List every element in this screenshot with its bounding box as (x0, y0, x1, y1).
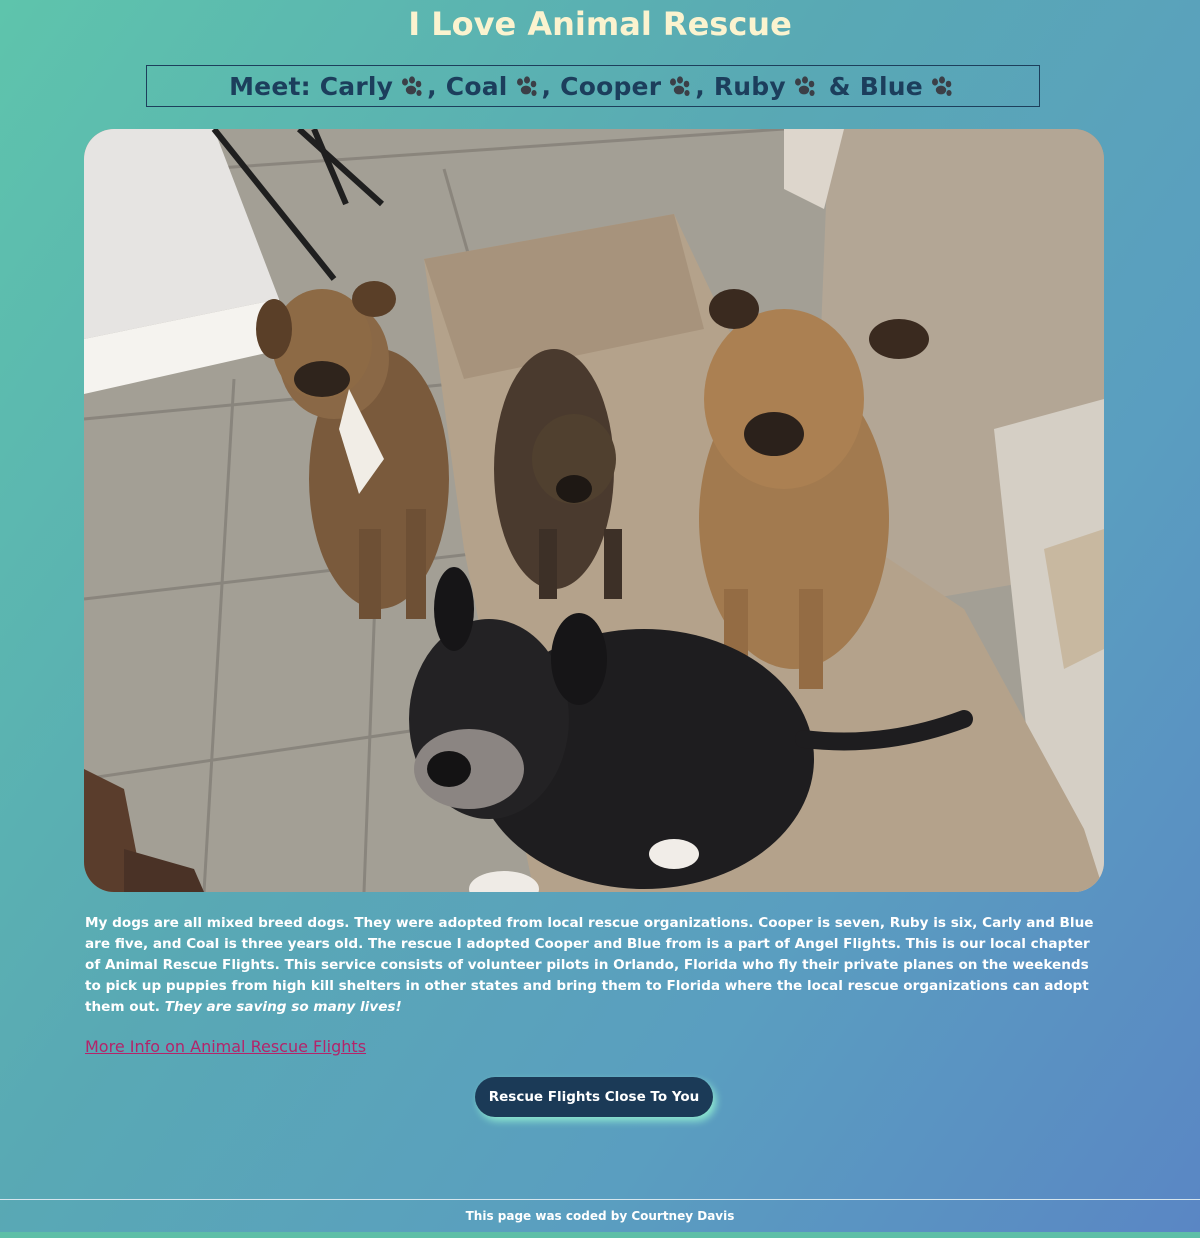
meet-banner: Meet: Carly, Coal, Cooper, Ruby & Blue (146, 65, 1040, 107)
paw-print-icon (929, 75, 955, 97)
footer-divider (0, 1199, 1200, 1200)
meet-separator: , (427, 71, 446, 101)
meet-name-cooper: Cooper (560, 71, 662, 101)
dogs-photo (84, 129, 1104, 892)
footer-band (0, 1232, 1200, 1238)
rescue-flights-button[interactable]: Rescue Flights Close To You (475, 1077, 713, 1117)
paw-print-icon (667, 75, 693, 97)
paw-print-icon (792, 75, 818, 97)
meet-name-ruby: Ruby (713, 71, 786, 101)
description: My dogs are all mixed breed dogs. They w… (85, 913, 1105, 1018)
page-title: I Love Animal Rescue (408, 5, 792, 43)
meet-name-carly: Carly (319, 71, 394, 101)
meet-prefix: Meet: (229, 71, 320, 101)
footer-credit: This page was coded by Courtney Davis (465, 1209, 735, 1223)
meet-separator: , (695, 71, 714, 101)
more-info-link[interactable]: More Info on Animal Rescue Flights (85, 1037, 366, 1056)
meet-separator: & (819, 71, 860, 101)
meet-text: Meet: Carly, Coal, Cooper, Ruby & Blue (229, 72, 957, 101)
description-emphasis: They are saving so many lives! (164, 999, 402, 1015)
paw-print-icon (514, 75, 540, 97)
paw-print-icon (399, 75, 425, 97)
meet-separator: , (541, 71, 561, 101)
meet-name-coal: Coal (445, 71, 508, 101)
meet-name-blue: Blue (859, 71, 923, 101)
